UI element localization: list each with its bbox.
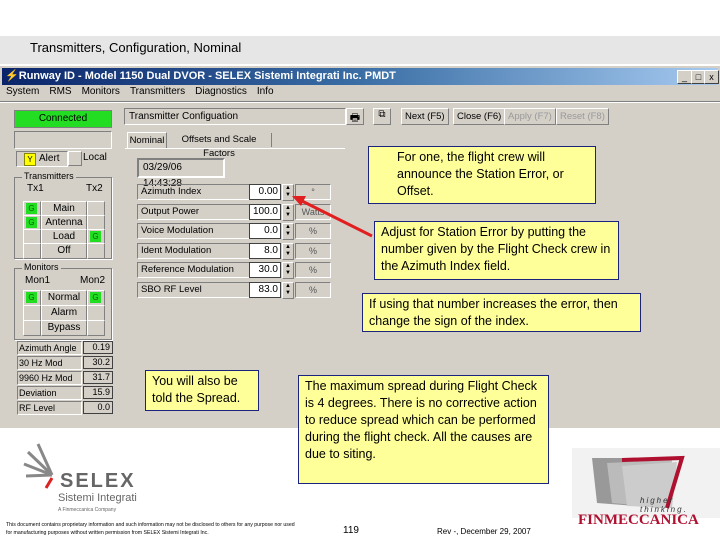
selex-logo-text: SELEX [60,470,136,492]
selex-logo-icon [23,443,54,489]
selex-tagline: A Finmeccanica Company [58,507,117,513]
selex-subtitle: Sistemi Integrati [58,492,137,504]
disclaimer: This document contains proprietary infor… [6,522,295,536]
page-number: 119 [343,525,359,536]
arrow-line [299,198,373,238]
revision: Rev -, December 29, 2007 [437,527,531,536]
finmeccanica-logo-text: FINMECCANICA [578,512,699,528]
